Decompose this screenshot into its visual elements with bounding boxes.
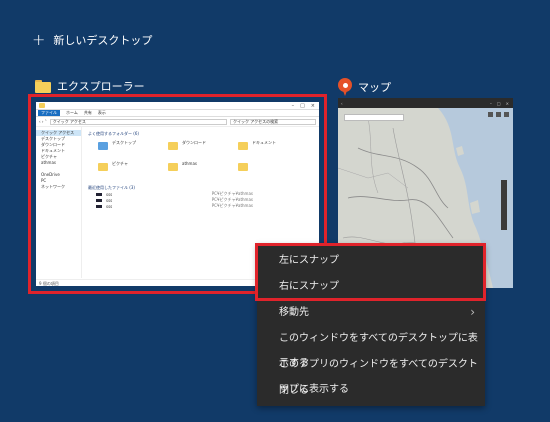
maps-toolbar [488,112,509,117]
recent-files-header: 最近使用したファイル (3) [88,185,135,190]
menu-item-label: 移動先 [279,307,309,318]
explorer-preview-titlebar: – □ × [36,102,319,110]
new-desktop-label: 新しいデスクトップ [53,34,153,47]
folder-icon [168,163,178,171]
folder-icon [98,163,108,171]
window-controls: – □ × [291,102,315,109]
recent-file-row: sss PC¥ピクチャ¥athmas [88,203,313,209]
back-icon: ‹ [341,100,343,106]
folder-icon [168,142,178,150]
folder-tile: デスクトップ [98,140,154,157]
search-box: クイック アクセスの検索 [230,118,316,125]
window-controls: – □ × [489,100,509,106]
ribbon-tab-home: ホーム [66,110,78,115]
folder-tile: athmas [168,161,224,178]
folder-tile: ダウンロード [168,140,224,157]
snap-options-highlight [255,243,486,301]
frequent-folders: デスクトップ ダウンロード ドキュメント ピクチャ athmas [88,137,313,184]
more-icon [504,112,509,117]
explorer-preview-addressbar: ‹ › ˄ クイック アクセス クイック アクセスの検索 [36,117,319,127]
address-bar: クイック アクセス [49,118,227,125]
menu-item-show-window-all-desktops[interactable]: このウィンドウをすべてのデスクトップに表示する [257,326,485,369]
ribbon-tab-share: 共有 [83,110,92,115]
folder-tile: ドキュメント [238,140,294,157]
file-explorer-icon [35,79,51,93]
chevron-right-icon: › [470,305,475,319]
map-zoom-controls [501,180,507,230]
file-icon [96,204,102,208]
nav-arrows-icon: ‹ › ˄ [39,119,47,124]
ribbon-tab-view: 表示 [97,110,106,115]
folder-tile [238,161,294,178]
explorer-preview-ribbon: ファイル ホーム 共有 表示 [36,110,319,117]
folder-icon [98,142,108,150]
map-pin-icon [338,78,352,96]
maps-search-box [344,114,404,121]
nav-item: ネットワーク [41,184,65,189]
maps-preview-titlebar: ‹ – □ × [338,98,513,108]
menu-item-show-app-all-desktops[interactable]: このアプリのウィンドウをすべてのデスクトップに表示する [257,352,485,395]
maps-window-title: マップ [338,78,391,96]
file-icon [96,192,102,196]
explorer-title-label: エクスプローラー [57,80,145,93]
menu-item-label: 閉じる [279,385,309,396]
explorer-window-title: エクスプローラー [35,78,145,94]
folder-icon [238,142,248,150]
menu-item-close[interactable]: 閉じる [257,378,485,403]
maps-title-label: マップ [358,81,391,94]
ribbon-tab-file: ファイル [38,110,60,116]
layers-icon [496,112,501,117]
frequent-folders-header: よく使用するフォルダー (6) [88,131,139,136]
folder-tile: ピクチャ [98,161,154,178]
navigation-pane: クイック アクセス デスクトップ ダウンロード ドキュメント ピクチャ athm… [36,127,82,278]
new-desktop-button[interactable]: + 新しいデスクトップ [32,32,152,48]
file-icon [96,198,102,202]
directions-icon [488,112,493,117]
folder-icon [238,163,248,171]
menu-item-move-to[interactable]: 移動先 › [257,300,485,325]
folder-icon [39,103,45,108]
plus-icon: + [32,30,46,49]
